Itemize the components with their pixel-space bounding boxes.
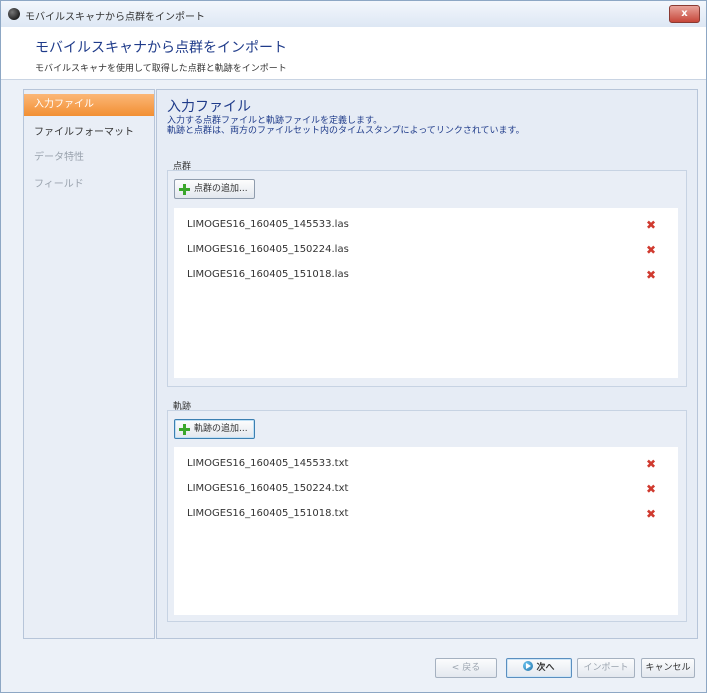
next-button[interactable]: 次へ [506,658,572,678]
close-icon: x [681,8,688,19]
description-line-2: 軌跡と点群は、両方のファイルセット内のタイムスタンプによってリンクされています。 [167,126,525,136]
remove-icon[interactable]: ✖ [646,243,656,257]
title-bar: モバイルスキャナから点群をインポート x [1,1,706,27]
list-item[interactable]: LIMOGES16_160405_150224.txt ✖ [174,477,678,501]
list-item[interactable]: LIMOGES16_160405_151018.las ✖ [174,263,678,287]
remove-icon[interactable]: ✖ [646,507,656,521]
list-item[interactable]: LIMOGES16_160405_145533.las ✖ [174,213,678,237]
trajectory-file-list: LIMOGES16_160405_145533.txt ✖ LIMOGES16_… [174,447,678,615]
header-title: モバイルスキャナから点群をインポート [35,40,287,56]
header-subtitle: モバイルスキャナを使用して取得した点群と軌跡をインポート [35,64,287,74]
pointcloud-file-list: LIMOGES16_160405_145533.las ✖ LIMOGES16_… [174,208,678,378]
step-input-files[interactable]: 入力ファイル [24,94,154,116]
remove-icon[interactable]: ✖ [646,268,656,282]
step-file-format[interactable]: ファイルフォーマット [24,122,154,144]
wizard-footer: < 戻る 次へ インポート キャンセル [23,653,696,683]
content-description: 入力する点群ファイルと軌跡ファイルを定義します。 軌跡と点群は、両方のファイルセ… [167,116,525,136]
window-title: モバイルスキャナから点群をインポート [25,12,205,23]
file-name: LIMOGES16_160405_150224.txt [187,483,349,494]
remove-icon[interactable]: ✖ [646,457,656,471]
add-trajectory-button[interactable]: 軌跡の追加... [174,419,255,439]
add-pointcloud-label: 点群の追加... [194,184,248,194]
list-item[interactable]: LIMOGES16_160405_151018.txt ✖ [174,502,678,526]
add-pointcloud-button[interactable]: 点群の追加... [174,179,255,199]
description-line-1: 入力する点群ファイルと軌跡ファイルを定義します。 [167,116,383,126]
next-label: 次へ [536,663,555,673]
pointcloud-label: 点群 [173,162,192,172]
list-item[interactable]: LIMOGES16_160405_150224.las ✖ [174,238,678,262]
wizard-steps-sidebar: 入力ファイル ファイルフォーマット データ特性 フィールド [23,89,155,639]
trajectory-group: 軌跡 軌跡の追加... LIMOGES16_160405_145533.txt … [167,402,687,622]
file-name: LIMOGES16_160405_150224.las [187,244,349,255]
app-icon [8,8,20,20]
file-name: LIMOGES16_160405_145533.las [187,219,349,230]
import-button[interactable]: インポート [577,658,635,678]
pointcloud-group: 点群 点群の追加... LIMOGES16_160405_145533.las … [167,162,687,387]
cancel-button[interactable]: キャンセル [641,658,695,678]
file-name: LIMOGES16_160405_151018.las [187,269,349,280]
wizard-header: モバイルスキャナから点群をインポート モバイルスキャナを使用して取得した点群と軌… [1,27,706,80]
list-item[interactable]: LIMOGES16_160405_145533.txt ✖ [174,452,678,476]
step-data-properties: データ特性 [34,152,84,163]
step-fields: フィールド [34,179,84,190]
plus-icon [179,423,190,435]
content-title: 入力ファイル [167,99,251,115]
content-panel: 入力ファイル 入力する点群ファイルと軌跡ファイルを定義します。 軌跡と点群は、両… [156,89,698,639]
remove-icon[interactable]: ✖ [646,482,656,496]
trajectory-label: 軌跡 [173,402,192,412]
file-name: LIMOGES16_160405_151018.txt [187,508,349,519]
back-button[interactable]: < 戻る [435,658,497,678]
add-trajectory-label: 軌跡の追加... [194,424,248,434]
close-button[interactable]: x [669,5,700,23]
file-name: LIMOGES16_160405_145533.txt [187,458,349,469]
import-window: モバイルスキャナから点群をインポート x モバイルスキャナから点群をインポート … [0,0,707,693]
remove-icon[interactable]: ✖ [646,218,656,232]
next-arrow-icon [523,661,534,671]
plus-icon [179,183,190,195]
